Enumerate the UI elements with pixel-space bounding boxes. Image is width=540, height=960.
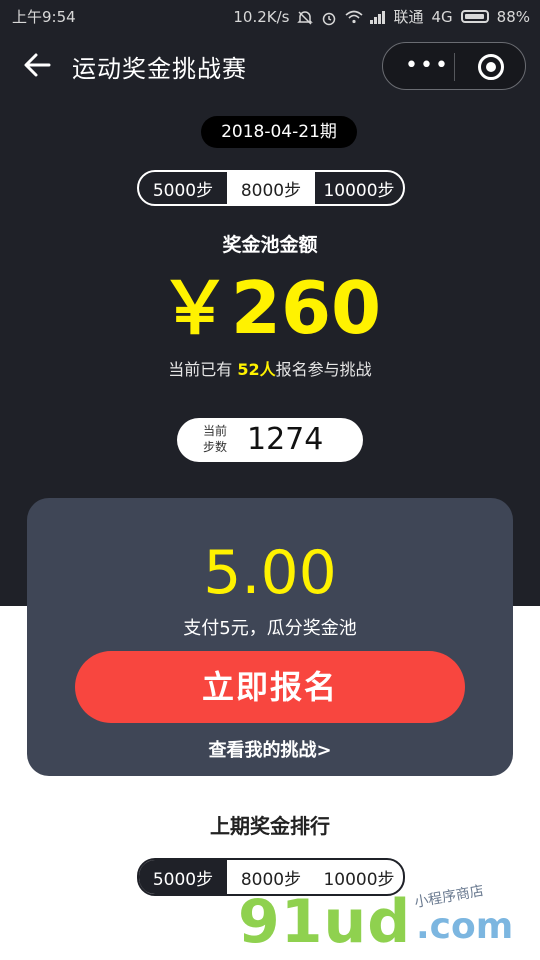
entry-fee-description: 支付5元，瓜分奖金池 — [183, 618, 357, 639]
my-challenge-link[interactable]: 查看我的挑战> — [27, 736, 513, 762]
current-steps-box: 当前步数 1274 — [177, 418, 363, 462]
current-steps-label: 当前步数 — [203, 424, 228, 454]
tab-10000-steps[interactable]: 10000步 — [315, 172, 403, 204]
status-right: 10.2K/s 联通 4G 88% — [233, 6, 530, 27]
participants-suffix: 报名参与挑战 — [275, 360, 372, 379]
capsule-divider — [454, 53, 455, 81]
watermark-suffix: .com — [416, 906, 514, 947]
carrier: 联通 — [393, 8, 424, 26]
participants-text: 当前已有 52人报名参与挑战 — [0, 356, 540, 380]
signal-icon — [369, 10, 386, 24]
signup-button[interactable]: 立即报名 — [75, 651, 465, 723]
nav-bar: 运动奖金挑战赛 ••• — [0, 36, 540, 96]
entry-fee: 5.00 — [203, 538, 337, 608]
current-steps-value: 1274 — [247, 422, 324, 457]
battery-level: 88% — [496, 7, 530, 26]
participants-count: 52人 — [237, 360, 276, 379]
net-speed: 10.2K/s — [233, 7, 290, 26]
more-icon[interactable]: ••• — [405, 54, 450, 78]
network-type: 4G — [431, 7, 453, 26]
participants-prefix: 当前已有 — [168, 360, 238, 379]
mute-icon — [297, 10, 314, 25]
tab-5000-steps[interactable]: 5000步 — [139, 172, 227, 204]
step-tabs-top: 5000步 8000步 10000步 — [137, 170, 405, 206]
miniapp-capsule: ••• — [382, 42, 526, 90]
back-arrow-icon[interactable] — [22, 50, 52, 80]
wifi-icon — [345, 10, 363, 24]
ranking-tab-5000-steps[interactable]: 5000步 — [139, 860, 227, 894]
status-bar: 上午9:54 10.2K/s 联通 4G 88% — [0, 0, 540, 32]
tab-8000-steps[interactable]: 8000步 — [227, 172, 315, 204]
watermark: 91ud .com 小程序商店 — [238, 883, 538, 960]
pool-label: 奖金池金额 — [222, 234, 318, 256]
battery-icon — [460, 10, 489, 23]
status-time: 上午9:54 — [12, 8, 76, 26]
alarm-icon — [321, 10, 337, 25]
signup-card: 5.00 支付5元，瓜分奖金池 立即报名 查看我的挑战> — [27, 498, 513, 776]
ranking-title: 上期奖金排行 — [210, 814, 330, 838]
target-icon[interactable] — [478, 54, 504, 80]
period-badge: 2018-04-21期 — [201, 116, 357, 148]
watermark-brand: 91ud — [238, 887, 412, 957]
page-title: 运动奖金挑战赛 — [72, 55, 247, 83]
pool-amount: ￥260 — [158, 266, 382, 350]
